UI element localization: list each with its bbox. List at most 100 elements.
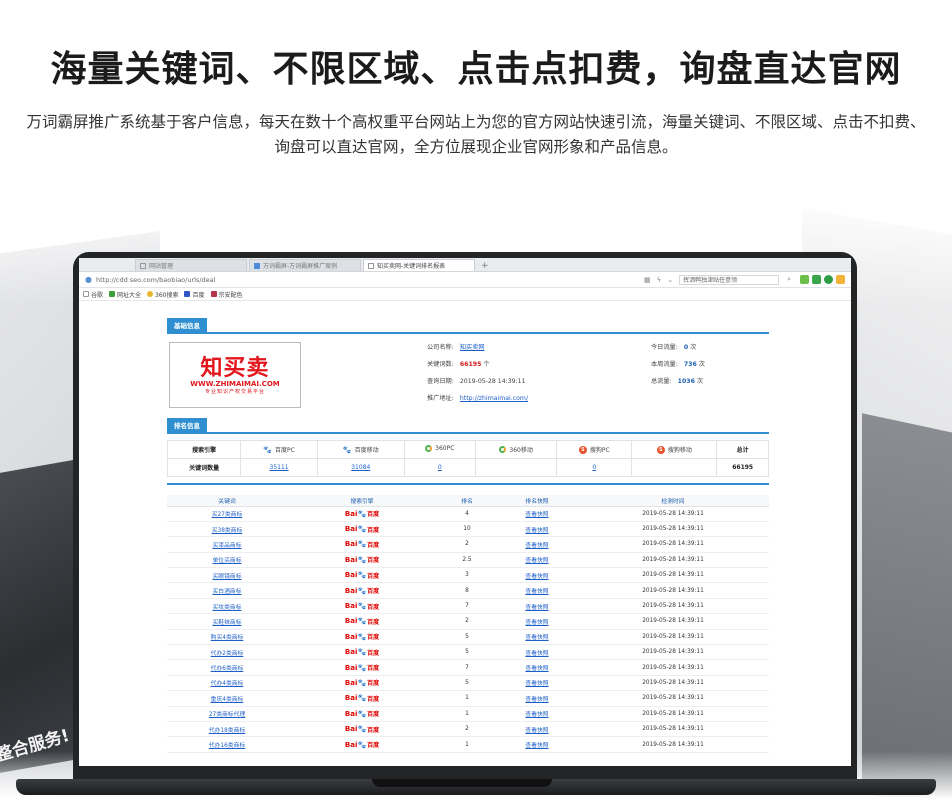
rank-cell: 4 bbox=[437, 506, 497, 522]
chevron-down-icon[interactable]: ⌄ bbox=[667, 276, 673, 284]
keyword-link[interactable]: 代办2类商标 bbox=[167, 644, 287, 661]
time-cell: 2019-05-28 14:39:11 bbox=[577, 659, 769, 676]
engine-cell: Bai 🐾 百度 bbox=[287, 659, 437, 676]
count-link[interactable]: 35111 bbox=[240, 458, 318, 477]
promo-url-link[interactable]: http://zhimaimai.com/ bbox=[460, 393, 528, 410]
keyword-link[interactable]: 买38类商标 bbox=[167, 521, 287, 538]
tab-label: 网站管理 bbox=[149, 263, 174, 270]
engine-cell: Bai 🐾 百度 bbox=[287, 613, 437, 630]
grid-icon[interactable]: ▦ bbox=[644, 276, 651, 284]
snapshot-link[interactable]: 查看快照 bbox=[497, 613, 577, 630]
360-icon bbox=[499, 445, 507, 453]
shield-icon[interactable] bbox=[836, 275, 845, 284]
extension-icon[interactable] bbox=[824, 275, 833, 284]
snapshot-link[interactable]: 查看快照 bbox=[497, 706, 577, 722]
scissors-icon[interactable] bbox=[812, 275, 821, 284]
snapshot-link[interactable]: 查看快照 bbox=[497, 552, 577, 569]
keyword-link[interactable]: 代办16类商标 bbox=[167, 736, 287, 753]
browser-tabbar: 网站管理 万词霸屏-万词霸屏推广案例 知买卖网-关键词排名报表 + bbox=[79, 258, 851, 272]
keyword-link[interactable]: 重庆4类商标 bbox=[167, 690, 287, 707]
browser-search-input[interactable]: 挥洒鸭独津贴任意领 bbox=[679, 274, 780, 285]
keyword-link[interactable]: 买鞋袜商标 bbox=[167, 613, 287, 630]
snapshot-link[interactable]: 查看快照 bbox=[497, 644, 577, 661]
snapshot-link[interactable]: 查看快照 bbox=[497, 521, 577, 538]
time-cell: 2019-05-28 14:39:11 bbox=[577, 721, 769, 738]
paw-icon: 🐾 bbox=[357, 740, 367, 749]
snapshot-link[interactable]: 查看快照 bbox=[497, 536, 577, 553]
column-header: 搜索引擎 bbox=[287, 495, 437, 507]
count-link[interactable]: 0 bbox=[403, 458, 477, 477]
bookmark-item[interactable]: 360搜索 bbox=[147, 290, 178, 299]
baidu-logo: Bai 🐾 百度 bbox=[344, 632, 380, 642]
section-divider bbox=[167, 483, 769, 485]
time-cell: 2019-05-28 14:39:11 bbox=[577, 521, 769, 538]
keyword-link[interactable]: 购买4类商标 bbox=[167, 629, 287, 646]
keyword-count: 66195 bbox=[459, 361, 482, 368]
table-row: 买眼镜商标 Bai 🐾 百度 3 查看快照 2019-05-28 14:39:11 bbox=[167, 567, 769, 584]
bookmark-item[interactable]: 百度 bbox=[184, 290, 205, 299]
snapshot-link[interactable]: 查看快照 bbox=[497, 736, 577, 753]
total-count: 66195 bbox=[716, 458, 769, 477]
count-link[interactable]: 0 bbox=[556, 458, 633, 477]
browser-address-bar: ● http://cdd seo.com/baobiao/urls/deal ▦… bbox=[79, 272, 851, 288]
table-row: 买27类商标 Bai 🐾 百度 4 查看快照 2019-05-28 14:39:11 bbox=[167, 506, 769, 522]
tab-label: 知买卖网-关键词排名报表 bbox=[377, 263, 446, 270]
address-input[interactable]: http://cdd seo.com/baobiao/urls/deal bbox=[96, 276, 644, 284]
keyword-link[interactable]: 代办18类商标 bbox=[167, 721, 287, 738]
time-cell: 2019-05-28 14:39:11 bbox=[577, 644, 769, 661]
engine-cell: Bai 🐾 百度 bbox=[287, 582, 437, 599]
engine-cell: Bai 🐾 百度 bbox=[287, 629, 437, 646]
new-tab-button[interactable]: + bbox=[477, 261, 489, 271]
keyword-link[interactable]: 27类商标代理 bbox=[167, 706, 287, 722]
snapshot-link[interactable]: 查看快照 bbox=[497, 659, 577, 676]
count-link[interactable]: 31084 bbox=[316, 458, 405, 477]
logo-tagline: 专业知识产权交易平台 bbox=[204, 388, 265, 395]
keyword-link[interactable]: 代办6类商标 bbox=[167, 659, 287, 676]
snapshot-link[interactable]: 查看快照 bbox=[497, 506, 577, 522]
basic-info-panel: 知买卖 WWW.ZHIMAIMAI.COM 专业知识产权交易平台 公司名称: 知买… bbox=[167, 342, 769, 412]
engine-cell: 360PC bbox=[403, 440, 477, 459]
keyword-link[interactable]: 代办4类商标 bbox=[167, 675, 287, 692]
laptop-hinge bbox=[372, 779, 552, 787]
lightning-icon[interactable]: ϟ bbox=[657, 276, 662, 284]
extension-icon[interactable] bbox=[800, 275, 809, 284]
paw-icon: 🐾 bbox=[357, 602, 367, 611]
browser-tab[interactable]: 万词霸屏-万词霸屏推广案例 bbox=[249, 259, 361, 271]
bookmark-item[interactable]: 网址大全 bbox=[109, 290, 141, 299]
snapshot-link[interactable]: 查看快照 bbox=[497, 675, 577, 692]
rank-cell: 2 bbox=[437, 721, 497, 738]
snapshot-link[interactable]: 查看快照 bbox=[497, 582, 577, 599]
table-header-row: 关键词 搜索引擎 排名 排名快照 检测时间 bbox=[167, 495, 769, 507]
snapshot-link[interactable]: 查看快照 bbox=[497, 598, 577, 615]
browser-tab[interactable]: 网站管理 bbox=[135, 259, 247, 271]
keyword-link[interactable]: 买27类商标 bbox=[167, 506, 287, 522]
snapshot-link[interactable]: 查看快照 bbox=[497, 629, 577, 646]
keyword-link[interactable]: 买漆品商标 bbox=[167, 536, 287, 553]
snapshot-link[interactable]: 查看快照 bbox=[497, 567, 577, 584]
snapshot-link[interactable]: 查看快照 bbox=[497, 690, 577, 707]
time-cell: 2019-05-28 14:39:11 bbox=[577, 582, 769, 599]
time-cell: 2019-05-28 14:39:11 bbox=[577, 598, 769, 615]
company-name[interactable]: 知买卖网 bbox=[460, 342, 485, 359]
rank-cell: 2 bbox=[437, 613, 497, 630]
baidu-logo: Bai 🐾 百度 bbox=[344, 555, 380, 565]
search-icon[interactable]: ⌕ bbox=[787, 275, 791, 284]
browser-tab-active[interactable]: 知买卖网-关键词排名报表 bbox=[363, 259, 475, 271]
keyword-link[interactable]: 买白酒商标 bbox=[167, 582, 287, 599]
snapshot-link[interactable]: 查看快照 bbox=[497, 721, 577, 738]
info-label: 本周流量: bbox=[651, 361, 678, 368]
time-cell: 2019-05-28 14:39:11 bbox=[577, 536, 769, 553]
keyword-link[interactable]: 单位买商标 bbox=[167, 552, 287, 569]
keyword-link[interactable]: 买妆类商标 bbox=[167, 598, 287, 615]
sogou-icon: S bbox=[578, 445, 587, 454]
bookmark-item[interactable]: 宗安配色 bbox=[210, 290, 243, 299]
section-header-rank: 排名信息 bbox=[167, 418, 769, 434]
engine-cell: Bai 🐾 百度 bbox=[287, 521, 437, 538]
bookmark-item[interactable]: 谷歌 bbox=[83, 290, 103, 299]
baidu-logo: Bai 🐾 百度 bbox=[344, 525, 380, 534]
table-header: 总计 bbox=[716, 440, 769, 459]
page-icon bbox=[140, 262, 146, 269]
address-tools: ▦ ϟ ⌄ bbox=[644, 276, 673, 284]
keyword-link[interactable]: 买眼镜商标 bbox=[167, 567, 287, 584]
table-row: 买白酒商标 Bai 🐾 百度 8 查看快照 2019-05-28 14:39:11 bbox=[167, 582, 769, 599]
